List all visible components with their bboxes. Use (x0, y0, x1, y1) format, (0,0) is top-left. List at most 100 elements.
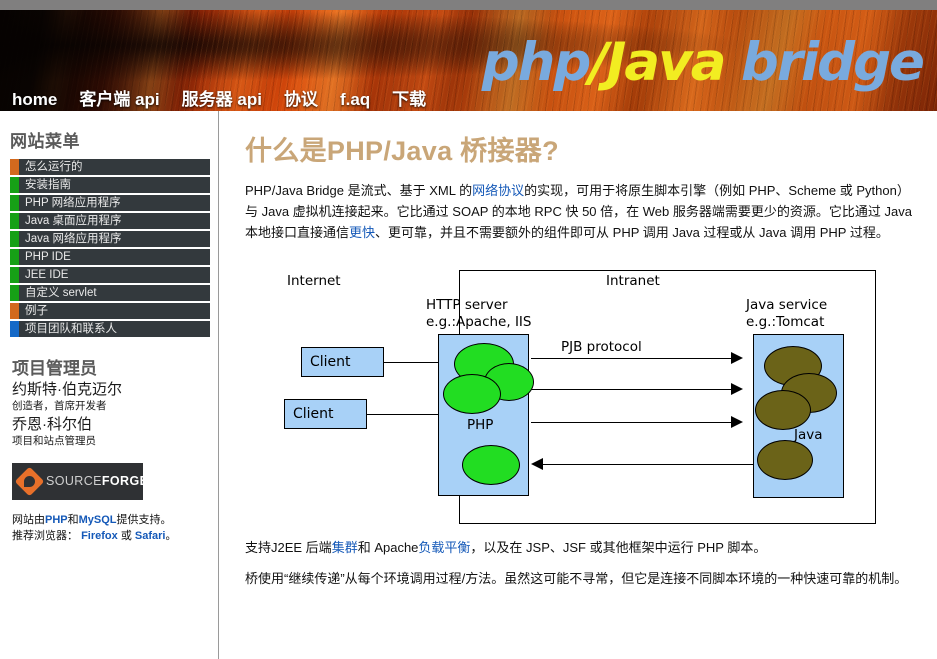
nav-item-faq[interactable]: f.aq (340, 90, 370, 110)
sidebar-item-team-contacts[interactable]: 项目团队和联系人 (10, 321, 210, 337)
sidebar-item-custom-servlet[interactable]: 自定义 servlet (10, 285, 210, 301)
page-title: 什么是PHP/Java 桥接器? (245, 136, 559, 166)
nav-item-server-api[interactable]: 服务器 api (182, 85, 262, 110)
protocol-arrow-line-1 (531, 358, 739, 360)
footer-line2-mid: 或 (120, 530, 132, 543)
sidebar-footer-text: 网站由PHP和MySQL提供支持。 推荐浏览器： Firefox 或 Safar… (12, 512, 210, 545)
footer-link-safari[interactable]: Safari (135, 530, 166, 542)
client-link-line-1 (384, 362, 439, 364)
protocol-arrow-head-2 (731, 383, 743, 396)
protocol-return-arrow-head (531, 458, 543, 471)
item-color-bar (10, 249, 19, 265)
intro-paragraph: PHP/Java Bridge 是流式、基于 XML 的网络协议的实现，可用于将… (245, 180, 921, 243)
nav-item-protocol[interactable]: 协议 (284, 85, 318, 110)
admin-name-2: 乔恩·科尔伯 (12, 416, 92, 434)
intranet-bottom-connector (459, 500, 460, 525)
site-logo: php/Java bridge (482, 36, 925, 89)
item-color-bar (10, 213, 19, 229)
logo-java: /Java (589, 32, 726, 93)
item-color-bar (10, 195, 19, 211)
sourceforge-diamond-icon (14, 466, 45, 497)
sidebar-item-jee-ide[interactable]: JEE IDE (10, 267, 210, 283)
logo-bridge: bridge (724, 32, 925, 93)
item-color-bar (10, 231, 19, 247)
nav-item-home[interactable]: home (12, 90, 57, 110)
site-banner: php/Java bridge home 客户端 api 服务器 api 协议 … (0, 10, 937, 111)
protocol-arrow-head-1 (731, 352, 743, 365)
continuation-paragraph: 桥使用“继续传递”从每个环境调用过程/方法。虽然这可能不寻常，但它是连接不同脚本… (245, 571, 908, 587)
client-label-2: Client (293, 406, 334, 423)
sidebar-item-label: 例子 (25, 305, 48, 317)
features-text-1: 支持J2EE 后端 (245, 540, 332, 556)
nav-item-download[interactable]: 下载 (392, 85, 426, 110)
item-color-bar (10, 159, 19, 175)
link-faster[interactable]: 更快 (349, 225, 375, 240)
php-process-ellipse-3 (443, 374, 501, 415)
diagram-label-intranet: Intranet (606, 273, 660, 290)
sidebar-item-php-web-apps[interactable]: PHP 网络应用程序 (10, 195, 210, 211)
footer-link-mysql[interactable]: MySQL (79, 514, 117, 526)
diagram-label-http-server-line2: e.g.:Apache, IIS (426, 314, 532, 331)
sourceforge-badge[interactable]: SOURCEFORGE (12, 462, 148, 500)
intro-text-3: 、更可靠，并且不需要额外的组件即可从 PHP 调用 Java 过程或从 Java… (375, 225, 889, 241)
intranet-top-connector (459, 270, 460, 295)
link-cluster[interactable]: 集群 (332, 540, 358, 555)
sidebar-item-label: JEE IDE (25, 269, 69, 281)
sidebar-item-label: PHP IDE (25, 251, 71, 263)
sidebar-item-installation[interactable]: 安装指南 (10, 177, 210, 193)
logo-php: php (481, 32, 592, 93)
architecture-diagram: Internet Intranet HTTP server e.g.:Apach… (241, 259, 937, 529)
sourceforge-forge-text: FORGE (101, 474, 149, 489)
sidebar-item-java-web-apps[interactable]: Java 网络应用程序 (10, 231, 210, 247)
item-color-bar (10, 267, 19, 283)
footer-link-php[interactable]: PHP (45, 514, 68, 526)
nav-item-client-api[interactable]: 客户端 api (79, 85, 159, 110)
client-label-1: Client (310, 354, 351, 371)
diagram-label-java-service-line2: e.g.:Tomcat (746, 314, 825, 331)
top-navigation: home 客户端 api 服务器 api 协议 f.aq 下载 (12, 85, 426, 110)
diagram-label-java-service-line1: Java service (746, 297, 828, 314)
client-link-line-2 (367, 414, 439, 416)
sidebar-item-how-it-works[interactable]: 怎么运行的 (10, 159, 210, 175)
sidebar-admin-title: 项目管理员 (12, 359, 97, 378)
diagram-label-http-server-line1: HTTP server (426, 297, 508, 314)
features-text-3: ，以及在 JSP、JSF 或其他框架中运行 PHP 脚本。 (470, 540, 767, 556)
sidebar-item-label: 安装指南 (25, 179, 71, 191)
sourceforge-source-text: SOURCE (46, 474, 102, 489)
item-color-bar (10, 321, 19, 337)
footer-link-firefox[interactable]: Firefox (81, 530, 118, 542)
admin-role-1: 创造者，首席开发者 (12, 399, 107, 412)
sidebar: 网站菜单 怎么运行的 安装指南 PHP 网络应用程序 Java 桌面应用程序 J… (0, 111, 218, 659)
sidebar-item-label: 怎么运行的 (25, 161, 83, 173)
intro-text-1: PHP/Java Bridge 是流式、基于 XML 的 (245, 183, 473, 198)
features-text-2: 和 Apache (357, 540, 419, 556)
sidebar-item-label: PHP 网络应用程序 (25, 197, 121, 209)
admin-role-2: 项目和站点管理员 (12, 435, 96, 448)
protocol-arrow-head-3 (731, 416, 743, 429)
sidebar-item-label: Java 网络应用程序 (25, 233, 122, 245)
link-load-balancing[interactable]: 负载平衡 (418, 540, 470, 555)
protocol-arrow-line-2 (531, 389, 739, 391)
client-box-2: Client (284, 399, 367, 430)
top-gray-strip (0, 0, 937, 10)
java-process-ellipse-4 (757, 440, 813, 481)
diagram-label-pjb-protocol: PJB protocol (561, 339, 642, 356)
admin-name-1: 约斯特·伯克迈尔 (12, 381, 122, 398)
link-network-protocol[interactable]: 网络协议 (472, 183, 524, 198)
php-process-ellipse-4 (462, 445, 520, 486)
sidebar-item-php-ide[interactable]: PHP IDE (10, 249, 210, 265)
diagram-label-internet: Internet (287, 273, 341, 290)
protocol-return-line (543, 464, 753, 466)
sidebar-item-examples[interactable]: 例子 (10, 303, 210, 319)
sidebar-menu-title: 网站菜单 (10, 132, 80, 151)
java-process-ellipse-3 (755, 390, 811, 431)
item-color-bar (10, 177, 19, 193)
diagram-label-php: PHP (467, 417, 494, 434)
diagram-label-java: Java (794, 427, 823, 444)
sourceforge-wordmark: SOURCEFORGE (46, 474, 148, 488)
footer-line2-pre: 推荐浏览器： (12, 530, 78, 543)
item-color-bar (10, 285, 19, 301)
footer-line1-mid: 和 (67, 513, 79, 526)
sidebar-item-label: 自定义 servlet (25, 287, 97, 299)
sidebar-item-java-desktop-apps[interactable]: Java 桌面应用程序 (10, 213, 210, 229)
